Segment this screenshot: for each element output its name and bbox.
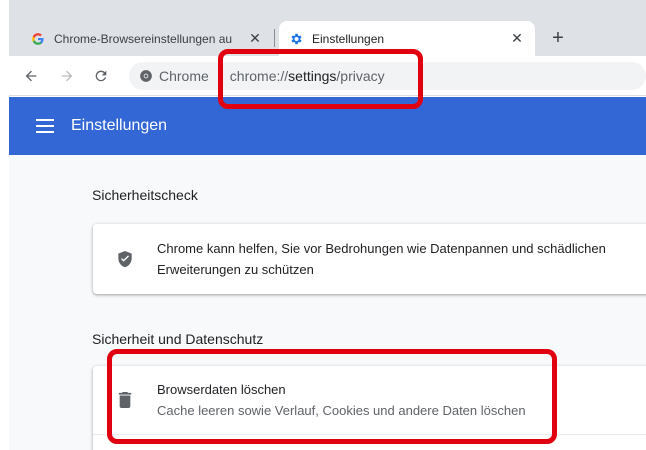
hamburger-menu-icon[interactable] xyxy=(33,114,57,138)
safety-check-card: Chrome kann helfen, Sie vor Bedrohungen … xyxy=(93,224,646,294)
tab-separator xyxy=(274,29,275,47)
address-bar[interactable]: Chrome chrome://settings/privacy xyxy=(129,62,646,90)
new-tab-button[interactable]: + xyxy=(547,27,569,49)
chrome-icon xyxy=(140,70,152,82)
window-left-edge xyxy=(0,0,9,450)
safety-check-line2: Erweiterungen zu schützen xyxy=(157,262,314,277)
section-title-safety-check: Sicherheitscheck xyxy=(92,187,198,203)
safety-check-line1: Chrome kann helfen, Sie vor Bedrohungen … xyxy=(157,241,606,256)
section-title-privacy: Sicherheit und Datenschutz xyxy=(92,331,264,347)
clear-browsing-data-title: Browserdaten löschen xyxy=(157,382,286,397)
tab-title: Chrome-Browsereinstellungen au xyxy=(54,31,233,46)
row-divider xyxy=(93,434,646,435)
shield-check-icon xyxy=(115,249,135,269)
close-icon[interactable]: ✕ xyxy=(247,30,263,47)
tab-title: Einstellungen xyxy=(312,31,385,46)
tab-strip: Chrome-Browsereinstellungen au ✕ Einstel… xyxy=(9,0,646,56)
tab-chrome-browsereinstellungen[interactable]: Chrome-Browsereinstellungen au ✕ xyxy=(21,21,273,56)
url-host: settings xyxy=(288,68,337,84)
url-scheme: chrome:// xyxy=(229,68,289,84)
omnibox-divider xyxy=(218,67,220,85)
close-icon[interactable]: ✕ xyxy=(509,30,525,47)
page-title: Einstellungen xyxy=(71,117,168,134)
chrome-site-chip[interactable]: Chrome xyxy=(139,68,209,84)
trash-icon xyxy=(115,390,135,410)
url-path: /privacy xyxy=(336,68,385,84)
clear-browsing-data-row[interactable]: Browserdaten löschen Cache leeren sowie … xyxy=(93,366,646,434)
chip-label: Chrome xyxy=(159,68,209,84)
settings-content: Sicherheitscheck Chrome kann helfen, Sie… xyxy=(9,155,646,450)
privacy-card: Browserdaten löschen Cache leeren sowie … xyxy=(93,366,646,450)
settings-header: Einstellungen xyxy=(9,97,646,155)
tab-einstellungen[interactable]: Einstellungen ✕ xyxy=(279,21,535,56)
back-arrow-icon[interactable] xyxy=(19,64,43,88)
toolbar: Chrome chrome://settings/privacy xyxy=(9,56,646,96)
gear-icon xyxy=(288,31,304,47)
forward-arrow-icon[interactable] xyxy=(55,64,79,88)
clear-browsing-data-subtitle: Cache leeren sowie Verlauf, Cookies und … xyxy=(157,403,526,418)
google-g-icon xyxy=(30,31,46,47)
reload-icon[interactable] xyxy=(89,64,113,88)
